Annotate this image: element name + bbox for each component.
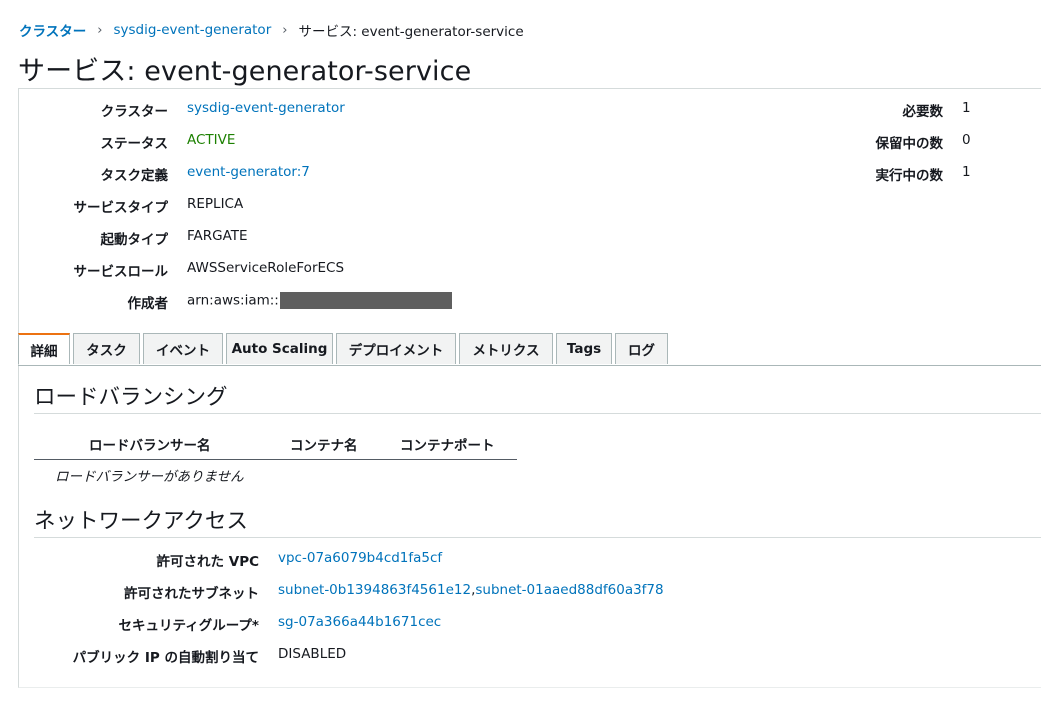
summary-row-pending: 保留中の数 — [0, 132, 944, 152]
summary-row-role: サービスロール — [0, 260, 169, 280]
tab-bar: 詳細 タスク イベント Auto Scaling デプロイメント メトリクス T… — [18, 333, 671, 365]
security-group-label: セキュリティグループ* — [118, 618, 259, 634]
running-value: 1 — [962, 164, 971, 180]
creator-value-wrap: arn:aws:iam:: — [187, 292, 452, 309]
chevron-right-icon: › — [282, 22, 288, 38]
page-title: サービス: event-generator-service — [18, 56, 472, 87]
section-divider — [34, 413, 1041, 414]
tab-deployments[interactable]: デプロイメント — [336, 333, 456, 364]
desired-label: 必要数 — [902, 104, 944, 120]
column-header-lb-name: ロードバランサー名 — [89, 438, 211, 454]
column-header-container-name: コンテナ名 — [290, 438, 358, 454]
vpc-link[interactable]: vpc-07a6079b4cd1fa5cf — [278, 550, 442, 566]
servicetype-label: サービスタイプ — [73, 200, 169, 216]
pending-value: 0 — [962, 132, 971, 148]
launchtype-value: FARGATE — [187, 228, 248, 244]
tab-logs[interactable]: ログ — [615, 333, 668, 364]
tab-divider — [18, 365, 1041, 366]
desired-value: 1 — [962, 100, 971, 116]
summary-row-creator: 作成者 — [0, 292, 169, 312]
tab-details[interactable]: 詳細 — [18, 333, 70, 364]
breadcrumb-clusters-link[interactable]: クラスター — [19, 20, 86, 40]
servicetype-value: REPLICA — [187, 196, 244, 212]
chevron-right-icon: › — [97, 22, 103, 38]
tab-events[interactable]: イベント — [143, 333, 223, 364]
table-header-rule — [34, 459, 517, 460]
vpc-label: 許可された VPC — [156, 554, 259, 570]
role-value: AWSServiceRoleForECS — [187, 260, 345, 276]
running-label: 実行中の数 — [875, 168, 944, 184]
pending-label: 保留中の数 — [875, 136, 944, 152]
breadcrumb-cluster-link[interactable]: sysdig-event-generator — [113, 22, 271, 38]
public-ip-value: DISABLED — [278, 646, 347, 662]
subnets-value: subnet-0b1394863f4561e12,subnet-01aaed88… — [278, 582, 664, 598]
public-ip-label: パブリック IP の自動割り当て — [72, 650, 259, 666]
tab-tags[interactable]: Tags — [556, 333, 612, 364]
subnets-label: 許可されたサブネット — [124, 586, 259, 602]
load-balancing-heading: ロードバランシング — [34, 385, 228, 410]
summary-row-desired: 必要数 — [0, 100, 944, 120]
network-access-heading: ネットワークアクセス — [34, 509, 248, 534]
breadcrumb-current: サービス: event-generator-service — [298, 24, 524, 40]
creator-value: arn:aws:iam:: — [187, 292, 279, 309]
tab-metrics[interactable]: メトリクス — [459, 333, 553, 364]
column-header-container-port: コンテナポート — [400, 438, 495, 454]
role-label: サービスロール — [73, 264, 169, 280]
subnet-link[interactable]: subnet-0b1394863f4561e12 — [278, 582, 471, 598]
security-group-link[interactable]: sg-07a366a44b1671cec — [278, 614, 441, 630]
creator-label: 作成者 — [127, 296, 169, 312]
summary-row-launchtype: 起動タイプ — [0, 228, 169, 248]
breadcrumb: クラスター › sysdig-event-generator › サービス: e… — [19, 20, 524, 40]
summary-row-running: 実行中の数 — [0, 164, 944, 184]
tab-tasks[interactable]: タスク — [73, 333, 140, 364]
section-divider — [34, 537, 1041, 538]
redacted-block — [279, 292, 452, 309]
summary-row-servicetype: サービスタイプ — [0, 196, 169, 216]
tab-auto-scaling[interactable]: Auto Scaling — [226, 333, 333, 364]
launchtype-label: 起動タイプ — [100, 232, 169, 248]
subnet-link[interactable]: subnet-01aaed88df60a3f78 — [475, 582, 663, 598]
empty-table-message: ロードバランサーがありません — [55, 469, 244, 485]
